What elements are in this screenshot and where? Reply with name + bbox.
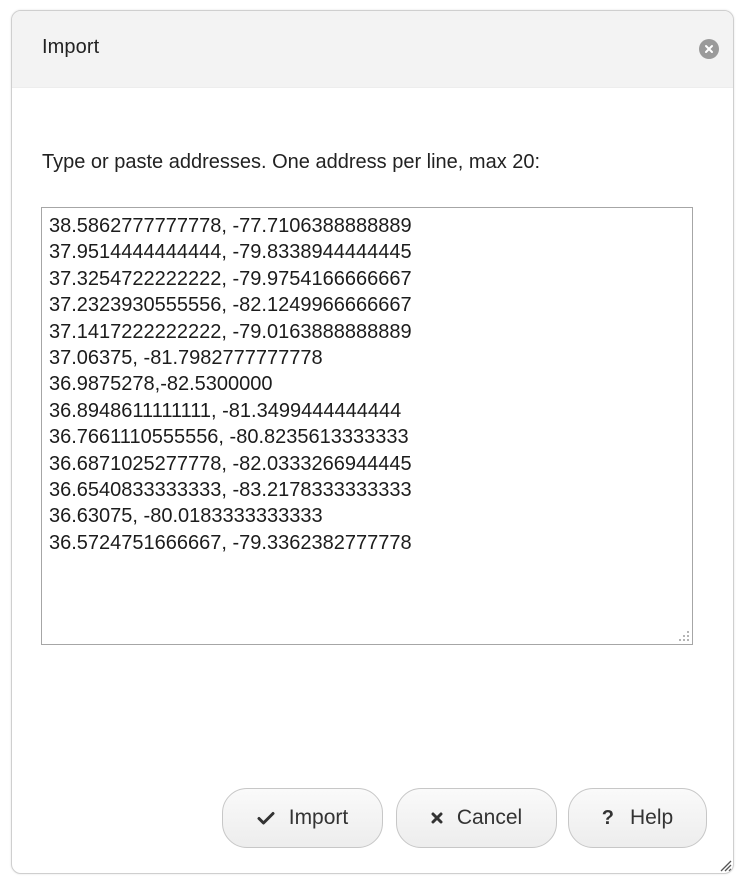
addresses-textarea[interactable]: 38.5862777777778, -77.7106388888889 37.9… — [41, 207, 693, 645]
cancel-button-label: Cancel — [456, 806, 523, 829]
dialog-titlebar[interactable]: Import — [12, 11, 733, 88]
import-button[interactable]: Import — [222, 788, 383, 848]
checkmark-icon — [257, 811, 275, 825]
import-button-label: Import — [288, 806, 349, 829]
dialog-resize-grip-icon[interactable] — [718, 858, 732, 872]
x-icon — [431, 812, 443, 824]
help-button-label: Help — [630, 806, 674, 829]
instructions-text: Type or paste addresses. One address per… — [42, 151, 541, 173]
question-mark-icon: ? — [601, 806, 614, 829]
help-button[interactable]: ? Help — [568, 788, 707, 848]
page: Import Type or paste addresses. One addr… — [0, 0, 736, 877]
dialog-title: Import — [42, 36, 100, 58]
import-dialog: Import Type or paste addresses. One addr… — [11, 10, 734, 874]
close-icon — [705, 45, 713, 53]
cancel-button[interactable]: Cancel — [396, 788, 557, 848]
close-button[interactable] — [699, 39, 719, 59]
